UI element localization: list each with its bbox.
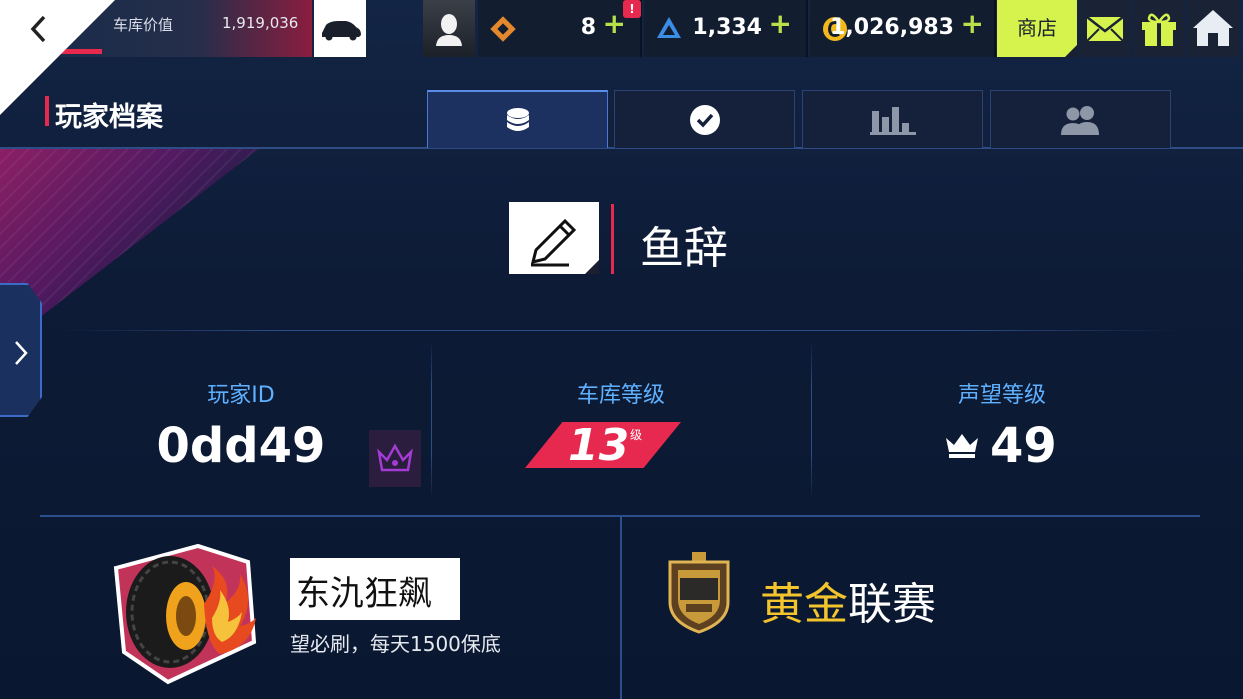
friends-icon [1060,105,1099,135]
gift-icon [1142,13,1176,46]
divider [431,340,432,500]
alert-badge: ! [623,0,641,18]
divider [620,516,622,699]
avatar[interactable] [423,0,475,57]
league-name: 黄金联赛 [760,568,936,632]
garage-value: 1,919,036 [222,14,299,32]
edit-name-button[interactable] [509,202,599,274]
top-bar: 车库价值 1,919,036 8 + ! 1,334 + 1,026,983 +… [0,0,1243,487]
tab-achievements[interactable] [614,90,795,148]
currency-token[interactable]: 8 + [478,0,642,57]
side-panel-toggle[interactable] [0,283,42,417]
player-id: 0dd49 [156,418,326,474]
purple-crown-icon [377,443,413,472]
token-amount: 8 [580,15,596,40]
divider [60,330,1180,331]
page-title: 玩家档案 [55,102,163,133]
credits-amount: 1,026,983 [830,15,954,40]
home-icon [1193,10,1233,46]
shop-button[interactable]: 商店 [997,0,1077,57]
add-blueprint-button[interactable]: + [769,10,792,38]
gold-league-shield-icon[interactable] [666,552,732,634]
pencil-icon [530,218,577,267]
player-id-label: 玩家ID [207,383,275,408]
car-button[interactable] [314,0,366,57]
garage-progress-bar [60,49,102,54]
name-separator [611,204,614,274]
home-button[interactable] [1187,0,1239,57]
garage-level-label: 车库等级 [576,383,665,408]
tab-profile[interactable] [427,90,608,148]
tab-friends[interactable] [990,90,1171,148]
blueprint-amount: 1,334 [692,15,762,40]
token-icon [490,16,516,42]
gift-button[interactable] [1133,0,1185,57]
club-name: 东氿狂飙 [296,574,432,614]
back-arrow-icon [30,15,46,43]
league-tier: 黄金 [760,579,848,630]
garage-level-unit: 级 [630,428,643,442]
currency-credits[interactable]: 1,026,983 + [810,0,996,57]
league-label: 联赛 [848,579,936,630]
mail-button[interactable] [1079,0,1131,57]
bar-chart-icon [869,106,916,135]
mail-icon [1086,16,1124,42]
avatar-icon [436,14,462,46]
garage-value-label: 车库价值 [113,16,174,34]
rank-button[interactable] [369,430,421,487]
player-name: 鱼辞 [640,223,728,274]
prestige-level-label: 声望等级 [957,383,1046,408]
blueprint-icon [657,17,681,38]
club-motto: 望必刷，每天1500保底 [290,632,501,656]
title-accent-bar [45,96,49,126]
coins-stack-icon [506,108,529,131]
garage-level: 13 [568,420,630,471]
tab-stats[interactable] [802,90,983,148]
car-icon [322,21,361,41]
crown-icon [946,434,978,458]
prestige-level: 49 [990,418,1057,474]
currency-blueprint[interactable]: 1,334 + [644,0,808,57]
checkmark-icon [689,104,720,135]
add-credits-button[interactable]: + [961,10,984,38]
chevron-right-icon [15,341,28,365]
divider [811,340,812,500]
club-tire-flame-icon[interactable] [108,540,266,686]
